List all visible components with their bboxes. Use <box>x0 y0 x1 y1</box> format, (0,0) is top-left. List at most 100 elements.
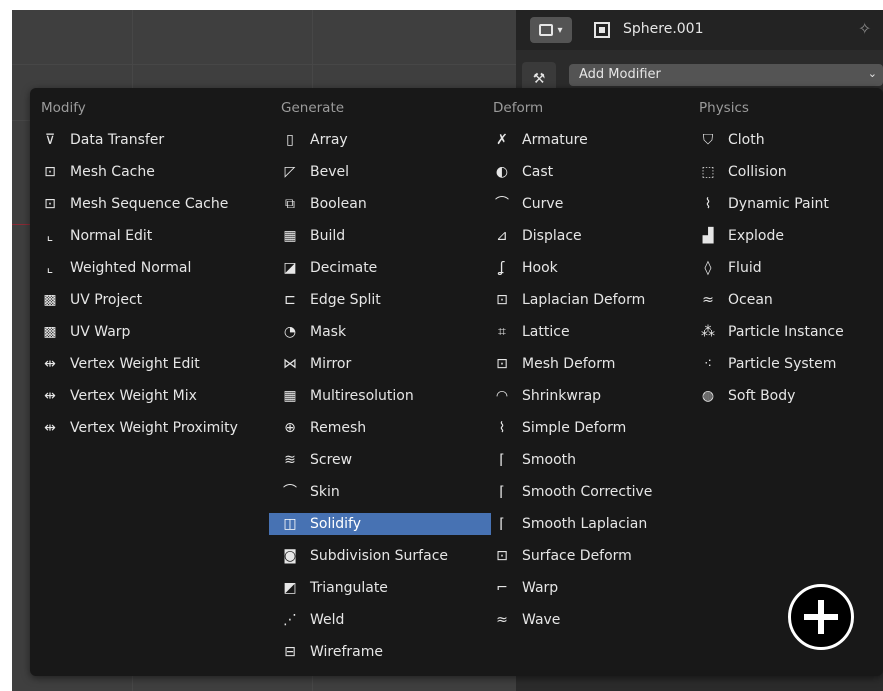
menu-item-particle-instance[interactable]: ⁂ Particle Instance <box>699 321 879 343</box>
menu-item-dynamic-paint[interactable]: ⌇ Dynamic Paint <box>699 193 879 215</box>
menu-item-fluid[interactable]: ◊ Fluid <box>699 257 879 279</box>
menu-item-edge-split[interactable]: ⊏ Edge Split <box>281 289 491 311</box>
menu-item-label: Mesh Deform <box>522 356 616 372</box>
collision-icon: ⬚ <box>701 164 715 180</box>
laplacian-deform-icon: ⊡ <box>496 292 508 308</box>
menu-item-label: Armature <box>522 132 588 148</box>
vertex-weight-edit-icon: ⇹ <box>44 356 56 372</box>
menu-item-bevel[interactable]: ◸ Bevel <box>281 161 491 183</box>
menu-item-collision[interactable]: ⬚ Collision <box>699 161 879 183</box>
fluid-icon: ◊ <box>704 260 712 276</box>
menu-item-multiresolution[interactable]: ▦ Multiresolution <box>281 385 491 407</box>
menu-item-skin[interactable]: ⌒ Skin <box>281 481 491 503</box>
menu-item-label: Mask <box>310 324 347 340</box>
vertex-weight-proximity-icon: ⇹ <box>44 420 56 436</box>
menu-item-label: Edge Split <box>310 292 381 308</box>
lattice-icon: ⌗ <box>498 324 506 340</box>
menu-item-label: Bevel <box>310 164 350 180</box>
top-border <box>0 0 883 10</box>
menu-item-label: Vertex Weight Mix <box>70 388 197 404</box>
object-icon <box>594 22 610 38</box>
menu-item-array[interactable]: ▯ Array <box>281 129 491 151</box>
wireframe-icon: ⊟ <box>284 644 296 660</box>
surface-deform-icon: ⊡ <box>496 548 508 564</box>
menu-item-label: Explode <box>728 228 784 244</box>
menu-item-mask[interactable]: ◔ Mask <box>281 321 491 343</box>
menu-item-smooth-laplacian[interactable]: ⌈ Smooth Laplacian <box>493 513 693 535</box>
wave-icon: ≈ <box>496 612 508 628</box>
add-modifier-dropdown[interactable]: Add Modifier ⌄ <box>569 64 883 86</box>
menu-item-vertex-weight-edit[interactable]: ⇹ Vertex Weight Edit <box>41 353 261 375</box>
warp-icon: ⌐ <box>496 580 508 596</box>
menu-item-label: Particle System <box>728 356 837 372</box>
menu-item-triangulate[interactable]: ◩ Triangulate <box>281 577 491 599</box>
pin-icon[interactable]: ✧ <box>858 19 871 38</box>
mesh-sequence-cache-icon: ⊡ <box>44 196 56 212</box>
menu-column-header: Deform <box>493 100 544 116</box>
menu-item-label: Vertex Weight Proximity <box>70 420 238 436</box>
menu-item-curve[interactable]: ⌒ Curve <box>493 193 693 215</box>
menu-item-vertex-weight-mix[interactable]: ⇹ Vertex Weight Mix <box>41 385 261 407</box>
menu-item-hook[interactable]: ʆ Hook <box>493 257 693 279</box>
menu-item-build[interactable]: ▦ Build <box>281 225 491 247</box>
curve-icon: ⌒ <box>495 196 509 212</box>
menu-item-warp[interactable]: ⌐ Warp <box>493 577 693 599</box>
add-button[interactable] <box>788 584 854 650</box>
menu-item-label: Lattice <box>522 324 570 340</box>
menu-item-remesh[interactable]: ⊕ Remesh <box>281 417 491 439</box>
menu-item-weld[interactable]: ⋰ Weld <box>281 609 491 631</box>
build-icon: ▦ <box>283 228 297 244</box>
add-modifier-label: Add Modifier <box>579 67 661 82</box>
menu-item-mesh-sequence-cache[interactable]: ⊡ Mesh Sequence Cache <box>41 193 261 215</box>
menu-item-label: Mesh Cache <box>70 164 155 180</box>
menu-item-smooth[interactable]: ⌈ Smooth <box>493 449 693 471</box>
menu-item-mesh-cache[interactable]: ⊡ Mesh Cache <box>41 161 261 183</box>
menu-item-data-transfer[interactable]: ⊽ Data Transfer <box>41 129 261 151</box>
menu-item-ocean[interactable]: ≈ Ocean <box>699 289 879 311</box>
menu-item-laplacian-deform[interactable]: ⊡ Laplacian Deform <box>493 289 693 311</box>
menu-item-cast[interactable]: ◐ Cast <box>493 161 693 183</box>
menu-item-vertex-weight-proximity[interactable]: ⇹ Vertex Weight Proximity <box>41 417 261 439</box>
menu-item-boolean[interactable]: ⧉ Boolean <box>281 193 491 215</box>
menu-item-displace[interactable]: ⊿ Displace <box>493 225 693 247</box>
edge-split-icon: ⊏ <box>284 292 296 308</box>
menu-item-weighted-normal[interactable]: ⌞ Weighted Normal <box>41 257 261 279</box>
menu-item-label: Surface Deform <box>522 548 632 564</box>
menu-item-subdivision-surface[interactable]: ◙ Subdivision Surface <box>281 545 491 567</box>
menu-item-lattice[interactable]: ⌗ Lattice <box>493 321 693 343</box>
menu-item-shrinkwrap[interactable]: ◠ Shrinkwrap <box>493 385 693 407</box>
menu-item-uv-project[interactable]: ▩ UV Project <box>41 289 261 311</box>
multiresolution-icon: ▦ <box>283 388 297 404</box>
menu-item-label: Skin <box>310 484 340 500</box>
object-name: Sphere.001 <box>623 21 704 37</box>
menu-item-cloth[interactable]: ⛉ Cloth <box>699 129 879 151</box>
menu-item-label: Normal Edit <box>70 228 153 244</box>
menu-item-simple-deform[interactable]: ⌇ Simple Deform <box>493 417 693 439</box>
menu-item-screw[interactable]: ≋ Screw <box>281 449 491 471</box>
menu-item-wireframe[interactable]: ⊟ Wireframe <box>281 641 491 663</box>
menu-item-mirror[interactable]: ⋈ Mirror <box>281 353 491 375</box>
menu-item-label: Displace <box>522 228 582 244</box>
menu-item-explode[interactable]: ▟ Explode <box>699 225 879 247</box>
x-axis-line <box>12 224 32 225</box>
menu-item-label: Triangulate <box>310 580 388 596</box>
menu-item-wave[interactable]: ≈ Wave <box>493 609 693 631</box>
menu-item-uv-warp[interactable]: ▩ UV Warp <box>41 321 261 343</box>
menu-item-surface-deform[interactable]: ⊡ Surface Deform <box>493 545 693 567</box>
menu-item-label: Multiresolution <box>310 388 414 404</box>
menu-item-label: Cast <box>522 164 554 180</box>
menu-item-armature[interactable]: ✗ Armature <box>493 129 693 151</box>
menu-column-header: Physics <box>699 100 749 116</box>
menu-item-decimate[interactable]: ◪ Decimate <box>281 257 491 279</box>
menu-item-smooth-corrective[interactable]: ⌈ Smooth Corrective <box>493 481 693 503</box>
menu-item-particle-system[interactable]: ⁖ Particle System <box>699 353 879 375</box>
editor-type-button[interactable]: ▾ <box>530 17 572 43</box>
simple-deform-icon: ⌇ <box>498 420 506 436</box>
smooth-icon: ⌈ <box>499 452 505 468</box>
menu-item-solidify[interactable]: ◫ Solidify <box>269 513 491 535</box>
menu-item-mesh-deform[interactable]: ⊡ Mesh Deform <box>493 353 693 375</box>
menu-item-normal-edit[interactable]: ⌞ Normal Edit <box>41 225 261 247</box>
menu-item-soft-body[interactable]: ◍ Soft Body <box>699 385 879 407</box>
menu-item-label: UV Warp <box>70 324 131 340</box>
menu-item-label: Wireframe <box>310 644 384 660</box>
